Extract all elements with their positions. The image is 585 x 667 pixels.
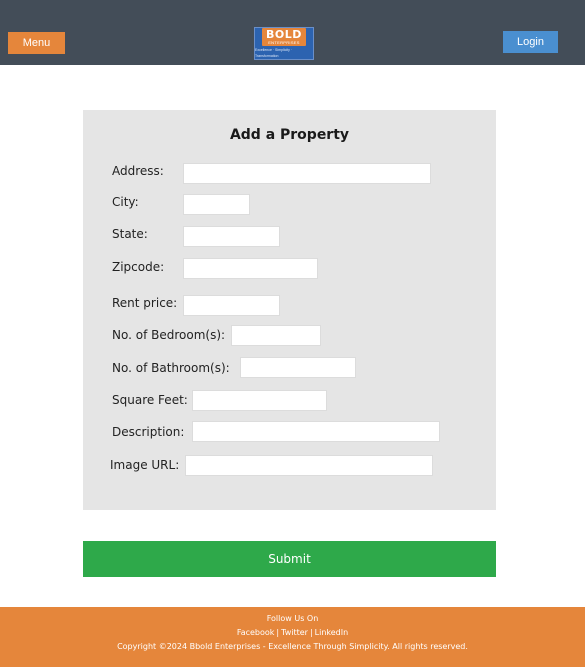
logo-badge: BOLD ENTERPRISES xyxy=(262,28,306,46)
bedrooms-input[interactable] xyxy=(231,325,321,346)
link-separator: | xyxy=(276,628,280,637)
city-label: City: xyxy=(112,195,139,209)
bathrooms-label: No. of Bathroom(s): xyxy=(112,361,230,375)
description-input[interactable] xyxy=(192,421,440,442)
copyright-text: Copyright ©2024 Bbold Enterprises - Exce… xyxy=(117,642,468,651)
follow-us-label: Follow Us On xyxy=(266,614,319,623)
square-feet-label: Square Feet: xyxy=(112,393,188,407)
bold-enterprises-logo[interactable]: BOLD ENTERPRISES Excellence · Simplicity… xyxy=(254,27,314,60)
logo-tagline: Excellence · Simplicity · Transformation xyxy=(255,48,292,58)
square-feet-input[interactable] xyxy=(192,390,327,411)
state-input[interactable] xyxy=(183,226,280,247)
linkedin-link[interactable]: LinkedIn xyxy=(315,628,349,637)
state-label: State: xyxy=(112,227,148,241)
bathrooms-input[interactable] xyxy=(240,357,356,378)
twitter-link[interactable]: Twitter xyxy=(281,628,308,637)
zipcode-input[interactable] xyxy=(183,258,318,279)
address-label: Address: xyxy=(112,164,164,178)
top-navbar: Menu BOLD ENTERPRISES Excellence · Simpl… xyxy=(0,0,585,65)
menu-button[interactable]: Menu xyxy=(8,32,65,54)
description-label: Description: xyxy=(112,425,185,439)
facebook-link[interactable]: Facebook xyxy=(237,628,275,637)
link-separator: | xyxy=(309,628,313,637)
rent-price-label: Rent price: xyxy=(112,296,178,310)
address-input[interactable] xyxy=(183,163,431,184)
social-links: Facebook | Twitter | LinkedIn xyxy=(0,628,585,637)
form-title: Add a Property xyxy=(229,127,350,143)
submit-button[interactable]: Submit xyxy=(83,541,496,577)
image-url-input[interactable] xyxy=(185,455,433,476)
zipcode-label: Zipcode: xyxy=(112,260,165,274)
image-url-label: Image URL: xyxy=(110,458,180,472)
bedrooms-label: No. of Bedroom(s): xyxy=(112,328,226,342)
add-property-form: Add a Property Address: City: State: Zip… xyxy=(83,110,496,510)
rent-price-input[interactable] xyxy=(183,295,280,316)
footer: Follow Us On Facebook | Twitter | LinkedIn C… xyxy=(0,607,585,667)
city-input[interactable] xyxy=(183,194,250,215)
login-button[interactable]: Login xyxy=(503,31,558,53)
logo-sub-text: ENTERPRISES xyxy=(268,40,300,45)
logo-main-text: BOLD xyxy=(266,28,302,41)
